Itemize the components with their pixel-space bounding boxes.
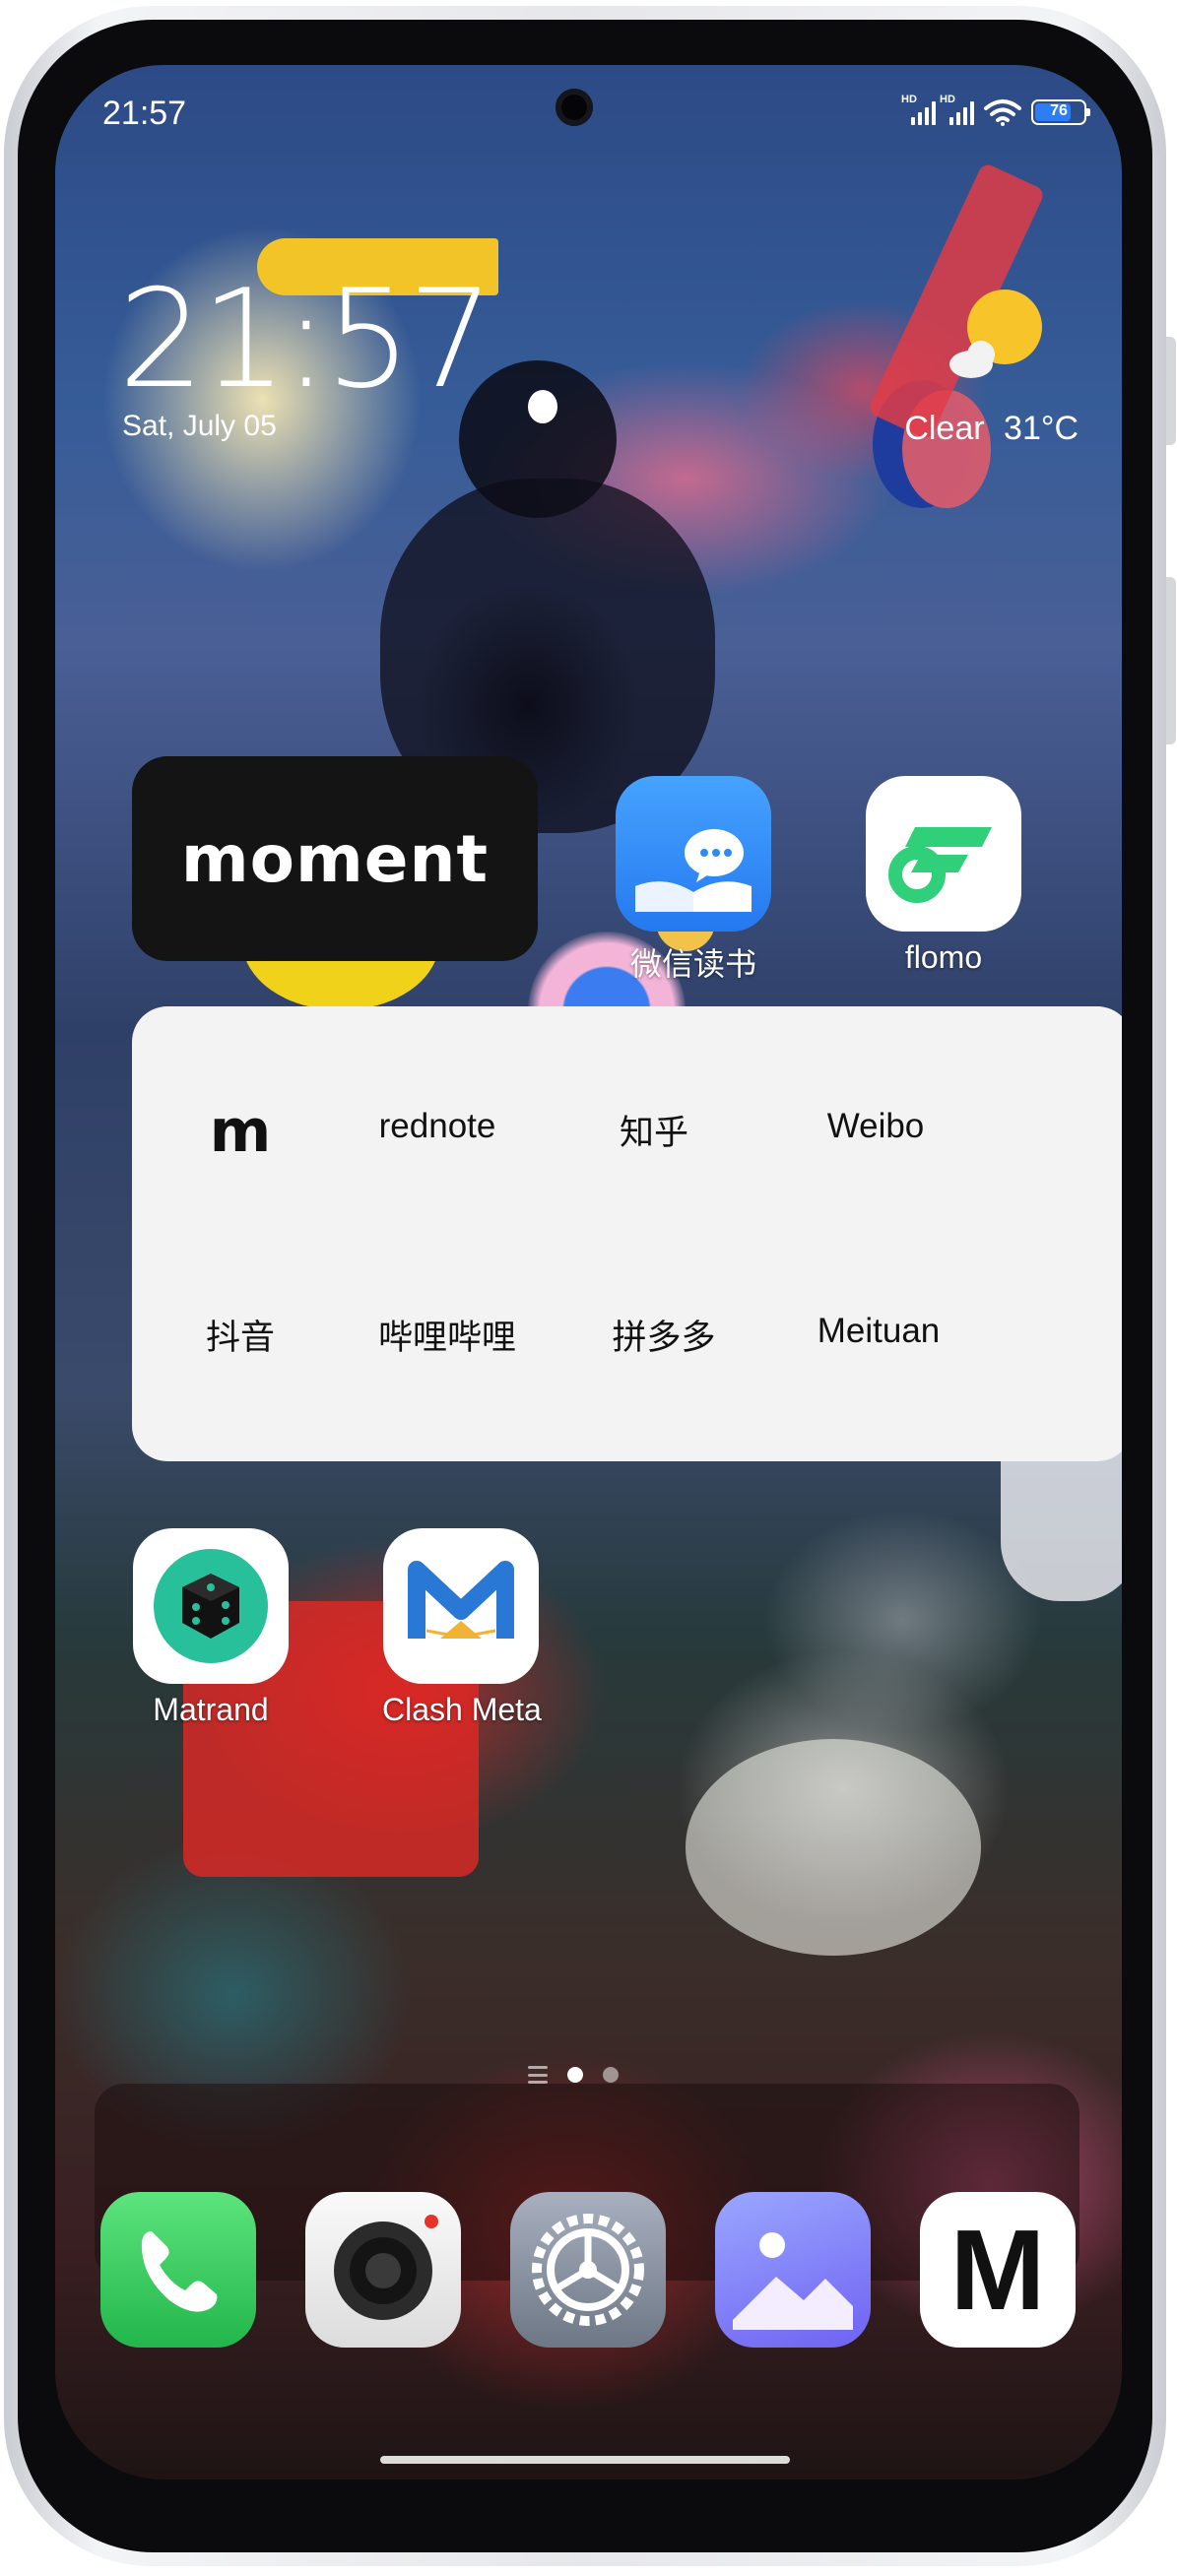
- folder-item-m[interactable]: m: [132, 1097, 349, 1166]
- page-dot[interactable]: [603, 2067, 619, 2083]
- page-indicator[interactable]: [528, 2066, 619, 2084]
- dock-m-app[interactable]: M: [920, 2192, 1076, 2348]
- dock-camera[interactable]: [305, 2192, 461, 2348]
- folder-item-weibo[interactable]: Weibo: [767, 1107, 984, 1146]
- signal-hd-label: HD: [901, 94, 917, 105]
- folder-item-bilibili[interactable]: 哔哩哔哩: [339, 1310, 556, 1360]
- app-label: 微信读书: [629, 946, 756, 982]
- folder-item-pinduoduo[interactable]: 拼多多: [556, 1310, 772, 1360]
- app-weread[interactable]: 微信读书: [615, 776, 772, 985]
- page-dot-active[interactable]: [567, 2067, 583, 2083]
- app-label: Matrand: [153, 1692, 269, 1727]
- clash-meta-cat-icon: [383, 1528, 539, 1684]
- clock-widget-date: Sat, July 05: [122, 410, 277, 442]
- weather-temperature: 31°C: [1004, 410, 1079, 447]
- dock-phone[interactable]: [100, 2192, 256, 2348]
- signal-hd-label: HD: [940, 94, 955, 105]
- weather-widget[interactable]: Clear 31°C: [904, 410, 1079, 448]
- app-clash-meta[interactable]: Clash Meta: [382, 1528, 542, 1728]
- status-time: 21:57: [102, 95, 187, 132]
- wallpaper-white-figure: [686, 1739, 981, 1956]
- power-button: [1166, 577, 1176, 744]
- moment-widget[interactable]: moment: [132, 756, 538, 961]
- sun-cloud-icon[interactable]: [942, 282, 1050, 390]
- home-gesture-bar[interactable]: [380, 2456, 790, 2464]
- weather-condition: Clear: [904, 410, 985, 447]
- wallpaper-white-dot: [528, 390, 557, 423]
- volume-button: [1166, 337, 1176, 445]
- dock-gallery[interactable]: [715, 2192, 871, 2348]
- settings-gear-icon: [532, 2214, 644, 2326]
- folder-item-zhihu[interactable]: 知乎: [546, 1105, 762, 1155]
- battery-icon: 76: [1031, 99, 1090, 125]
- dock-settings[interactable]: [510, 2192, 666, 2348]
- app-folder[interactable]: m rednote 知乎 Weibo 抖音 哔哩哔哩 拼多多 Meituan: [132, 1006, 1122, 1461]
- m-app-icon: M: [949, 2206, 1046, 2334]
- signal-icon: HD: [940, 94, 974, 125]
- clock-widget-time[interactable]: 21:57: [118, 272, 494, 408]
- app-flomo[interactable]: flomo: [865, 776, 1022, 976]
- home-screen: 21:57 HD HD 76 21:57 Sat, July 05 Clear …: [55, 65, 1122, 2479]
- folder-item-meituan[interactable]: Meituan: [770, 1312, 987, 1351]
- folder-item-douyin[interactable]: 抖音: [132, 1310, 349, 1360]
- front-camera: [556, 89, 593, 126]
- battery-level: 76: [1050, 102, 1068, 119]
- flomo-icon: [866, 776, 1021, 932]
- app-matrand[interactable]: Matrand: [132, 1528, 290, 1728]
- dice-icon: [133, 1528, 289, 1684]
- gallery-icon: [733, 2232, 853, 2330]
- folder-item-rednote[interactable]: rednote: [329, 1107, 546, 1146]
- camera-icon: [334, 2215, 438, 2320]
- app-drawer-icon[interactable]: [528, 2066, 548, 2084]
- status-icons: HD HD 76: [901, 94, 1090, 126]
- weread-icon: [616, 776, 771, 932]
- signal-icon: HD: [901, 94, 936, 125]
- app-label: Clash Meta: [382, 1692, 542, 1727]
- phone-icon: [141, 2231, 218, 2312]
- wifi-icon: [984, 99, 1021, 126]
- app-label: flomo: [904, 939, 983, 975]
- moment-widget-label: moment: [180, 820, 490, 897]
